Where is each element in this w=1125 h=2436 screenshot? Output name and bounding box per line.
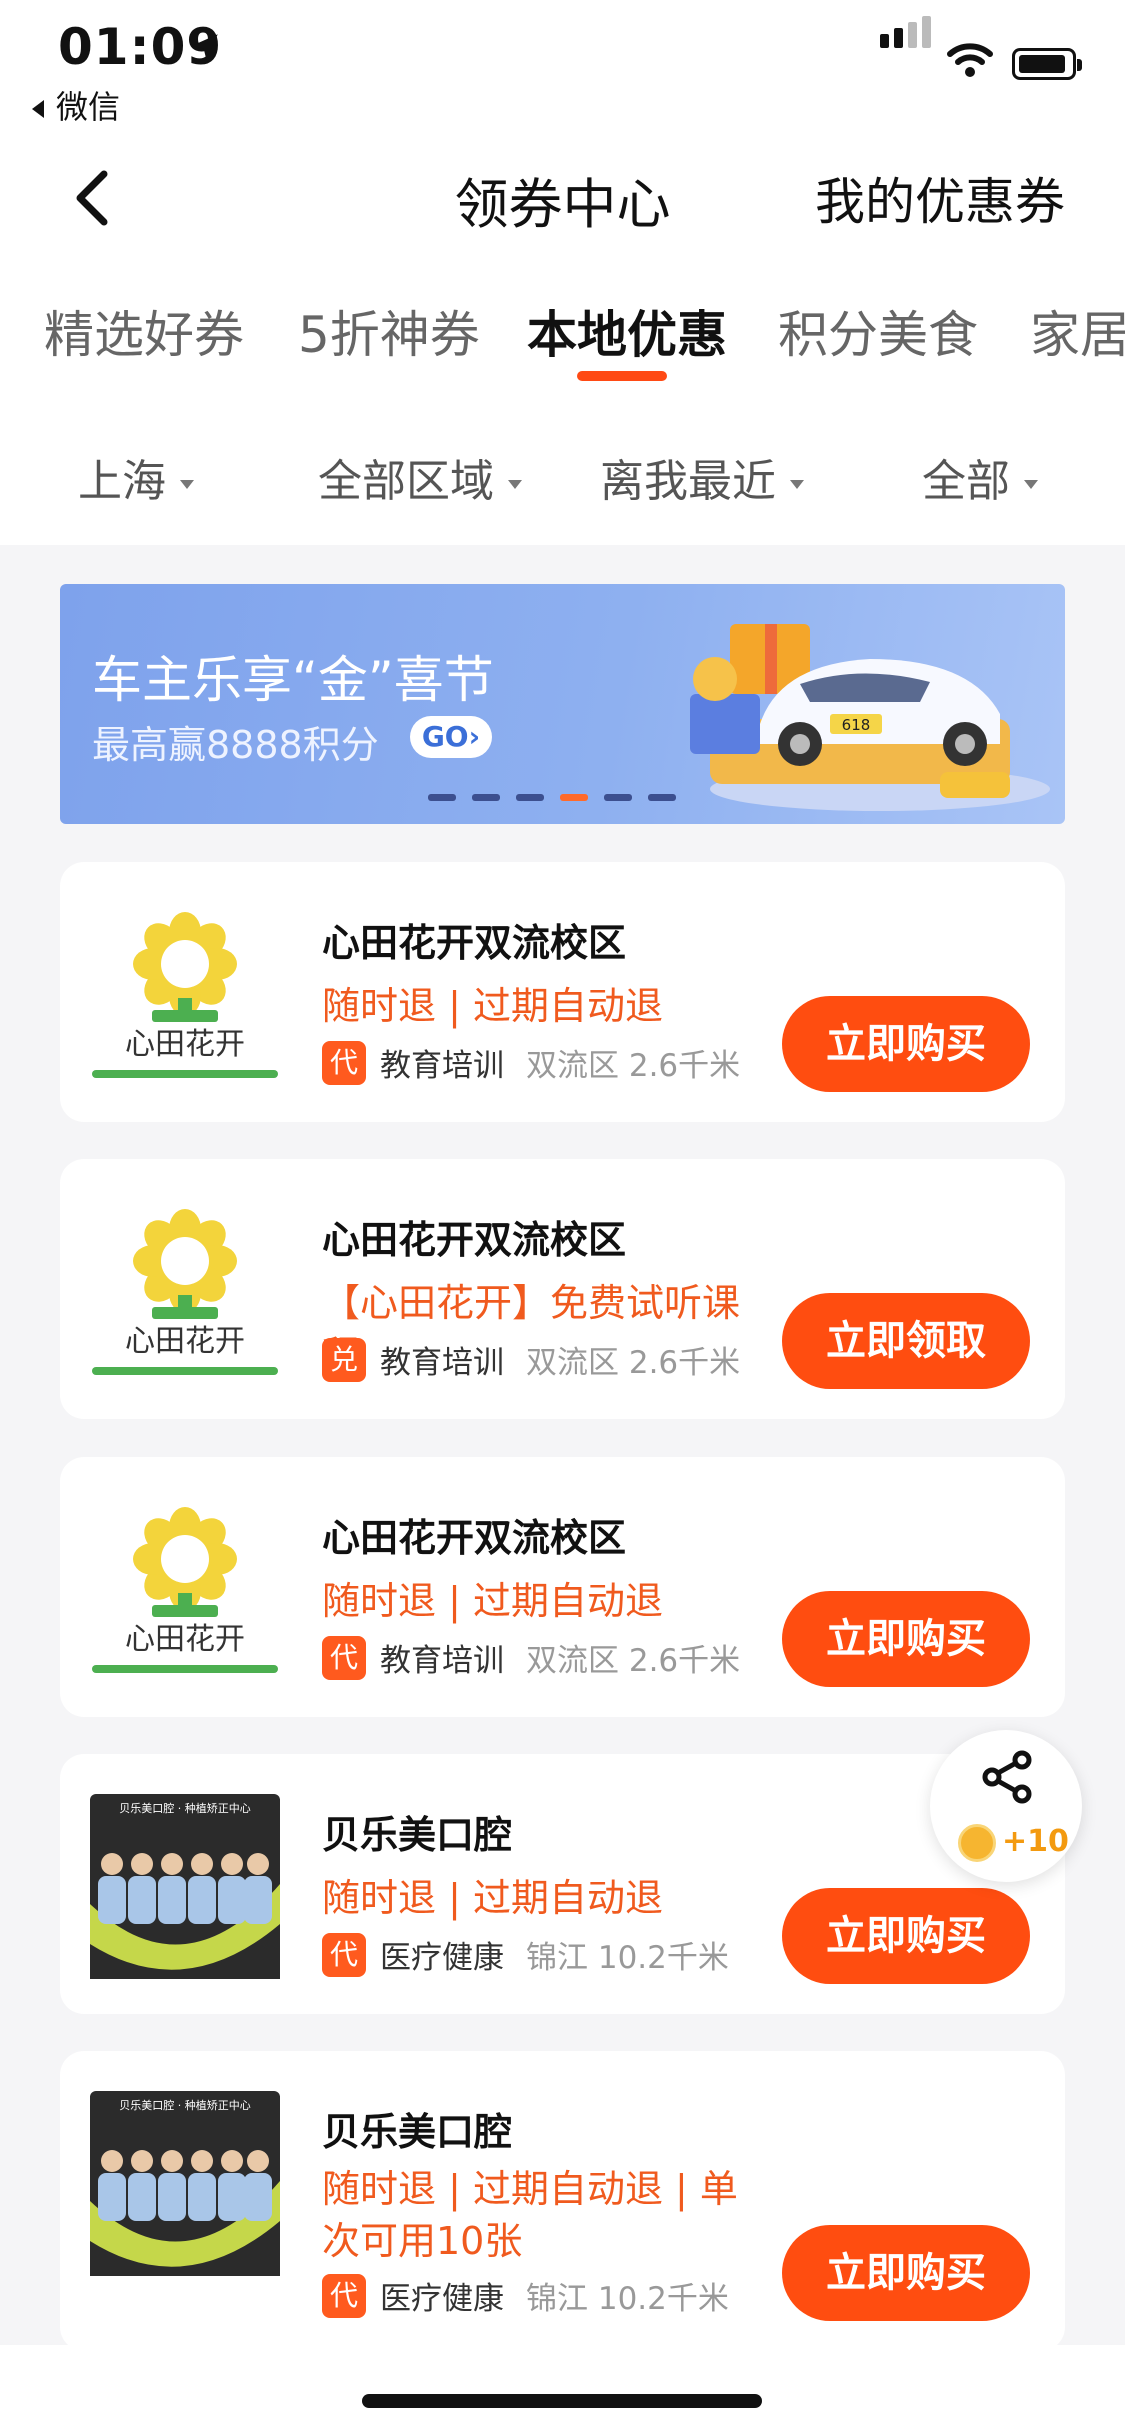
- filter-sort[interactable]: 离我最近: [600, 445, 804, 509]
- deal-card[interactable]: 心田花开 心田花开双流校区 【心田花开】免费试听课程 兑教育培训双流区 2.6千…: [60, 1159, 1065, 1419]
- tab-featured[interactable]: 精选好券: [44, 295, 244, 367]
- my-coupons-link[interactable]: 我的优惠券: [815, 162, 1065, 234]
- caret-down-icon: [180, 479, 194, 489]
- dental-clinic-photo: 贝乐美口腔 · 种植矫正中心: [90, 1794, 280, 1979]
- deal-card[interactable]: 贝乐美口腔 · 种植矫正中心 贝乐美口腔 随时退 | 过期自动退 代医疗健康 锦江…: [60, 1754, 1065, 2014]
- card-type-badge: 代: [322, 1932, 366, 1977]
- tab-points-food[interactable]: 积分美食: [778, 295, 978, 367]
- xintian-logo: 心田花开: [92, 1507, 278, 1673]
- caret-down-icon: [1024, 479, 1038, 489]
- card-category: 教育培训: [380, 1345, 504, 1381]
- active-tab-indicator: [577, 371, 667, 381]
- coin-icon: [958, 1824, 996, 1862]
- caret-down-icon: [508, 479, 522, 489]
- card-action-button[interactable]: 立即购买: [782, 996, 1030, 1092]
- card-action-button[interactable]: 立即购买: [782, 2225, 1030, 2321]
- filter-sort-label: 离我最近: [600, 456, 776, 507]
- logo-text: 心田花开: [125, 1027, 245, 1062]
- deal-card[interactable]: 心田花开 心田花开双流校区 随时退 | 过期自动退 代教育培训 双流区 2.6千米…: [60, 862, 1065, 1122]
- card-location: 锦江 10.2千米: [526, 1940, 729, 1976]
- card-title: 贝乐美口腔: [322, 2110, 513, 2154]
- share-icon: [982, 1750, 1032, 1804]
- card-action-button[interactable]: 立即领取: [782, 1293, 1030, 1389]
- card-location: 双流区 2.6千米: [526, 1048, 741, 1084]
- card-description: 随时退 | 过期自动退 | 单次可用10张: [322, 2167, 738, 2263]
- tab-home[interactable]: 家居: [1030, 295, 1125, 367]
- back-triangle-icon: [32, 100, 44, 118]
- car-illustration: 618: [690, 624, 1050, 811]
- card-description: 随时退 | 过期自动退: [322, 984, 663, 1028]
- card-description: 随时退 | 过期自动退: [322, 1579, 663, 1623]
- card-category: 医疗健康: [380, 1940, 504, 1976]
- filter-area[interactable]: 全部区域: [318, 445, 522, 509]
- card-title: 贝乐美口腔: [322, 1813, 513, 1857]
- share-button[interactable]: +10: [930, 1730, 1082, 1882]
- back-to-app-link[interactable]: 微信: [32, 82, 120, 128]
- logo-text: 心田花开: [125, 1622, 245, 1657]
- logo-text: 心田花开: [125, 1324, 245, 1359]
- dental-clinic-photo: 贝乐美口腔 · 种植矫正中心: [90, 2091, 280, 2276]
- card-action-button[interactable]: 立即购买: [782, 1888, 1030, 1984]
- card-location: 锦江 10.2千米: [526, 2281, 729, 2317]
- card-type-badge: 代: [322, 1040, 366, 1085]
- filter-area-label: 全部区域: [318, 456, 494, 507]
- card-meta: 代医疗健康 锦江 10.2千米: [322, 2273, 729, 2318]
- card-category: 教育培训: [380, 1643, 504, 1679]
- card-meta: 兑教育培训 双流区 2.6千米: [322, 1337, 740, 1382]
- filter-type[interactable]: 全部: [922, 445, 1038, 509]
- promo-banner[interactable]: 车主乐享“金”喜节 最高赢8888积分 GO› 618: [60, 584, 1065, 824]
- wifi-icon: [947, 43, 993, 77]
- card-meta: 代医疗健康 锦江 10.2千米: [322, 1932, 729, 1977]
- back-app-label: 微信: [56, 88, 121, 126]
- deal-card[interactable]: 心田花开 心田花开双流校区 随时退 | 过期自动退 代教育培训 双流区 2.6千米…: [60, 1457, 1065, 1717]
- card-meta: 代教育培训 双流区 2.6千米: [322, 1635, 740, 1680]
- tab-half-price[interactable]: 5折神券: [298, 295, 480, 367]
- card-description: 随时退 | 过期自动退: [322, 1876, 663, 1920]
- location-arrow-icon: [192, 34, 218, 60]
- filter-city-label: 上海: [78, 456, 166, 507]
- card-title: 心田花开双流校区: [322, 1218, 627, 1262]
- card-title: 心田花开双流校区: [322, 921, 627, 965]
- card-category: 教育培训: [380, 1048, 504, 1084]
- banner-subtitle: 最高赢8888积分: [92, 723, 379, 767]
- card-action-button[interactable]: 立即购买: [782, 1591, 1030, 1687]
- xintian-logo: 心田花开: [92, 912, 278, 1078]
- card-title: 心田花开双流校区: [322, 1516, 627, 1560]
- category-tabs: 精选好券 5折神券 本地优惠 积分美食 家居: [0, 295, 1125, 375]
- card-type-badge: 代: [322, 1635, 366, 1680]
- caret-down-icon: [790, 479, 804, 489]
- battery-icon: [1012, 48, 1082, 80]
- bottom-safe-area: [0, 2345, 1125, 2436]
- logo-text: 贝乐美口腔 · 种植矫正中心: [119, 2098, 251, 2112]
- deal-card[interactable]: 贝乐美口腔 · 种植矫正中心 贝乐美口腔 随时退 | 过期自动退 | 单次可用1…: [60, 2051, 1065, 2351]
- card-type-badge: 兑: [322, 1337, 366, 1382]
- card-type-badge: 代: [322, 2273, 366, 2318]
- card-category: 医疗健康: [380, 2281, 504, 2317]
- filter-type-label: 全部: [922, 456, 1010, 507]
- card-location: 双流区 2.6千米: [526, 1345, 741, 1381]
- filter-city[interactable]: 上海: [78, 445, 194, 509]
- card-location: 双流区 2.6千米: [526, 1643, 741, 1679]
- home-indicator[interactable]: [362, 2394, 762, 2408]
- xintian-logo: 心田花开: [92, 1209, 278, 1375]
- logo-text: 贝乐美口腔 · 种植矫正中心: [119, 1801, 251, 1815]
- banner-title: 车主乐享“金”喜节: [92, 651, 494, 709]
- share-reward: +10: [1002, 1824, 1069, 1859]
- banner-go-label: GO: [421, 720, 469, 753]
- card-meta: 代教育培训 双流区 2.6千米: [322, 1040, 740, 1085]
- banner-go-button[interactable]: GO›: [410, 716, 492, 758]
- tab-local-deals[interactable]: 本地优惠: [527, 295, 727, 367]
- banner-plate-text: 618: [842, 716, 871, 734]
